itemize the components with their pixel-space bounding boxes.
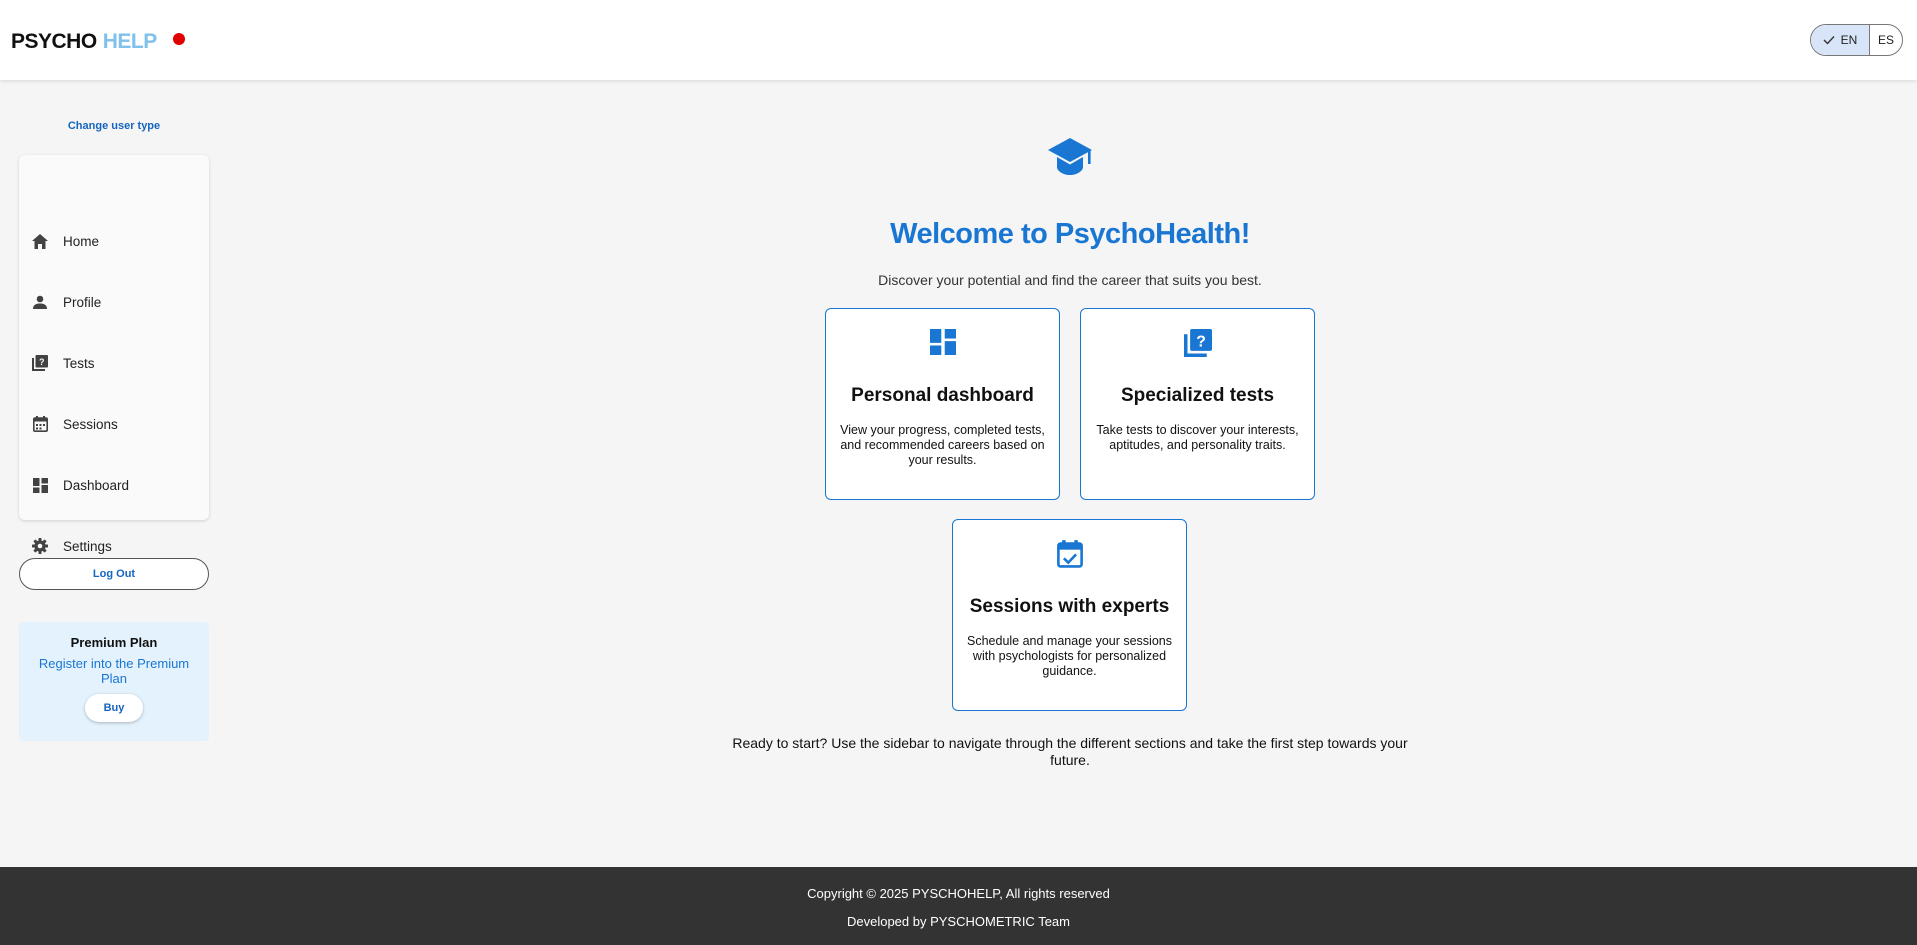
card-personal-dashboard[interactable]: Personal dashboard View your progress, c… bbox=[825, 308, 1060, 500]
person-icon bbox=[31, 293, 49, 311]
graduation-cap-icon bbox=[1046, 135, 1094, 177]
page-subtitle: Discover your potential and find the car… bbox=[878, 272, 1262, 288]
premium-register-link[interactable]: Register into the Premium Plan bbox=[34, 656, 194, 686]
sidebar-item-label: Sessions bbox=[63, 416, 118, 432]
brand-logo[interactable]: PSYCHO HELP bbox=[11, 30, 185, 54]
sidebar-item-sessions[interactable]: Sessions bbox=[19, 404, 209, 444]
card-sessions-with-experts[interactable]: Sessions with experts Schedule and manag… bbox=[952, 519, 1187, 711]
sidebar-item-dashboard[interactable]: Dashboard bbox=[19, 465, 209, 505]
card-title: Personal dashboard bbox=[851, 385, 1034, 406]
check-icon bbox=[1823, 36, 1835, 45]
lang-en-label: EN bbox=[1840, 33, 1858, 47]
buy-button[interactable]: Buy bbox=[85, 694, 143, 722]
sidebar-item-label: Tests bbox=[63, 355, 95, 371]
nav-menu: Home Profile ? Tests Sessions Dashboard bbox=[19, 155, 209, 554]
sidebar-item-tests[interactable]: ? Tests bbox=[19, 343, 209, 383]
footer-copyright: Copyright © 2025 PYSCHOHELP, All rights … bbox=[807, 886, 1110, 901]
sidebar-item-profile[interactable]: Profile bbox=[19, 282, 209, 322]
status-dot bbox=[172, 33, 185, 45]
ready-message: Ready to start? Use the sidebar to navig… bbox=[732, 735, 1408, 768]
event-available-icon bbox=[953, 540, 1186, 570]
lang-en-button[interactable]: EN bbox=[1811, 25, 1870, 55]
dashboard-icon bbox=[826, 329, 1059, 359]
lang-es-button[interactable]: ES bbox=[1870, 25, 1902, 55]
gear-icon bbox=[31, 537, 49, 555]
footer: Copyright © 2025 PYSCHOHELP, All rights … bbox=[0, 867, 1917, 945]
sidebar-item-label: Profile bbox=[63, 294, 102, 310]
lang-es-label: ES bbox=[1877, 33, 1894, 47]
footer-developed-by: Developed by PYSCHOMETRIC Team bbox=[846, 914, 1070, 929]
card-specialized-tests[interactable]: ? Specialized tests Take tests to discov… bbox=[1080, 308, 1315, 500]
premium-plan-card: Premium Plan Register into the Premium P… bbox=[19, 622, 209, 741]
card-title: Sessions with experts bbox=[969, 596, 1170, 617]
quiz-icon: ? bbox=[31, 354, 49, 372]
language-toggle: EN ES bbox=[1810, 24, 1903, 56]
sidebar-item-label: Dashboard bbox=[63, 477, 130, 493]
sidebar-item-label: Settings bbox=[63, 538, 112, 554]
dashboard-icon bbox=[31, 476, 49, 494]
card-description: View your progress, completed tests, and… bbox=[840, 423, 1045, 467]
calendar-icon bbox=[31, 415, 49, 433]
premium-title: Premium Plan bbox=[70, 635, 158, 650]
top-bar: PSYCHO HELP EN ES bbox=[0, 0, 1917, 80]
page-title: Welcome to PsychoHealth! bbox=[890, 218, 1250, 250]
svg-text:?: ? bbox=[39, 357, 45, 367]
quiz-icon: ? bbox=[1081, 329, 1314, 359]
card-title: Specialized tests bbox=[1120, 385, 1275, 406]
card-description: Take tests to discover your interests, a… bbox=[1096, 423, 1299, 452]
logout-button[interactable]: Log Out bbox=[19, 558, 209, 590]
change-user-type-link[interactable]: Change user type bbox=[19, 120, 209, 132]
svg-text:?: ? bbox=[1196, 334, 1206, 351]
brand-part2: HELP bbox=[102, 30, 158, 53]
card-description: Schedule and manage your sessions with p… bbox=[967, 634, 1172, 678]
brand-part1: PSYCHO bbox=[11, 30, 97, 53]
